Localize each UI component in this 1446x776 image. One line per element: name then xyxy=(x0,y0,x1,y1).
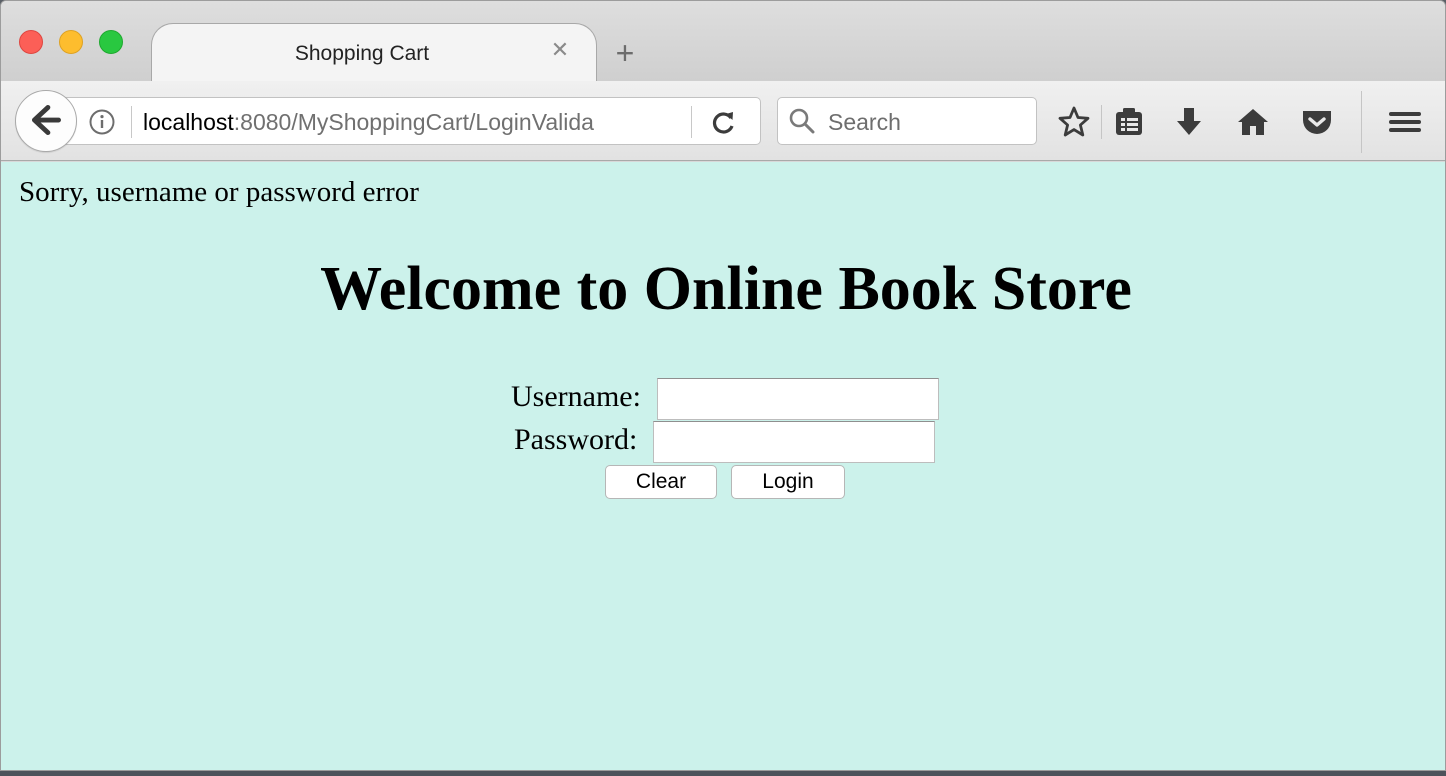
page-title: Welcome to Online Book Store xyxy=(320,255,1132,323)
url-separator xyxy=(131,106,132,138)
username-row: Username: xyxy=(511,378,641,414)
back-arrow-icon xyxy=(31,105,61,136)
reload-icon[interactable] xyxy=(711,109,737,135)
password-row: Password: xyxy=(514,421,637,457)
bookmark-star-icon[interactable] xyxy=(1057,105,1091,139)
back-button[interactable] xyxy=(15,90,77,152)
password-field[interactable] xyxy=(653,421,935,463)
browser-window: Shopping Cart ✕ + localhost:8080/MyShopp… xyxy=(0,0,1446,771)
reload-separator xyxy=(691,106,692,138)
url-path: :8080/MyShoppingCart/LoginValida xyxy=(233,109,594,135)
page-content: Sorry, username or password error Welcom… xyxy=(1,162,1445,770)
hamburger-menu-icon[interactable] xyxy=(1388,105,1422,139)
password-label: Password: xyxy=(514,423,638,457)
window-close-button[interactable] xyxy=(19,30,43,54)
search-bar[interactable] xyxy=(777,97,1037,145)
search-icon xyxy=(789,108,815,134)
window-minimize-button[interactable] xyxy=(59,30,83,54)
reading-list-icon[interactable] xyxy=(1112,105,1146,139)
url-bar[interactable]: localhost:8080/MyShoppingCart/LoginValid… xyxy=(61,97,761,145)
url-host: localhost xyxy=(143,109,234,135)
toolbar-separator xyxy=(1101,105,1102,139)
desktop-background xyxy=(0,771,1446,776)
tab-title: Shopping Cart xyxy=(294,42,430,65)
toolbar-separator xyxy=(1361,91,1362,153)
pocket-icon[interactable] xyxy=(1300,105,1334,139)
home-icon[interactable] xyxy=(1236,105,1270,139)
new-tab-button[interactable]: + xyxy=(609,37,641,69)
tab-shopping-cart[interactable]: Shopping Cart ✕ xyxy=(151,23,597,83)
download-icon[interactable] xyxy=(1172,105,1206,139)
window-zoom-button[interactable] xyxy=(99,30,123,54)
info-icon[interactable] xyxy=(89,109,115,135)
tab-close-icon[interactable]: ✕ xyxy=(548,38,572,62)
tab-strip: Shopping Cart ✕ + xyxy=(1,1,1445,83)
navigation-toolbar: localhost:8080/MyShoppingCart/LoginValid… xyxy=(1,81,1445,161)
login-button[interactable]: Login xyxy=(731,465,845,499)
clear-button[interactable]: Clear xyxy=(605,465,717,499)
error-message: Sorry, username or password error xyxy=(19,176,419,208)
username-label: Username: xyxy=(511,380,641,414)
search-input[interactable] xyxy=(828,108,1028,136)
url-text[interactable]: localhost:8080/MyShoppingCart/LoginValid… xyxy=(143,109,641,137)
username-field[interactable] xyxy=(657,378,939,420)
